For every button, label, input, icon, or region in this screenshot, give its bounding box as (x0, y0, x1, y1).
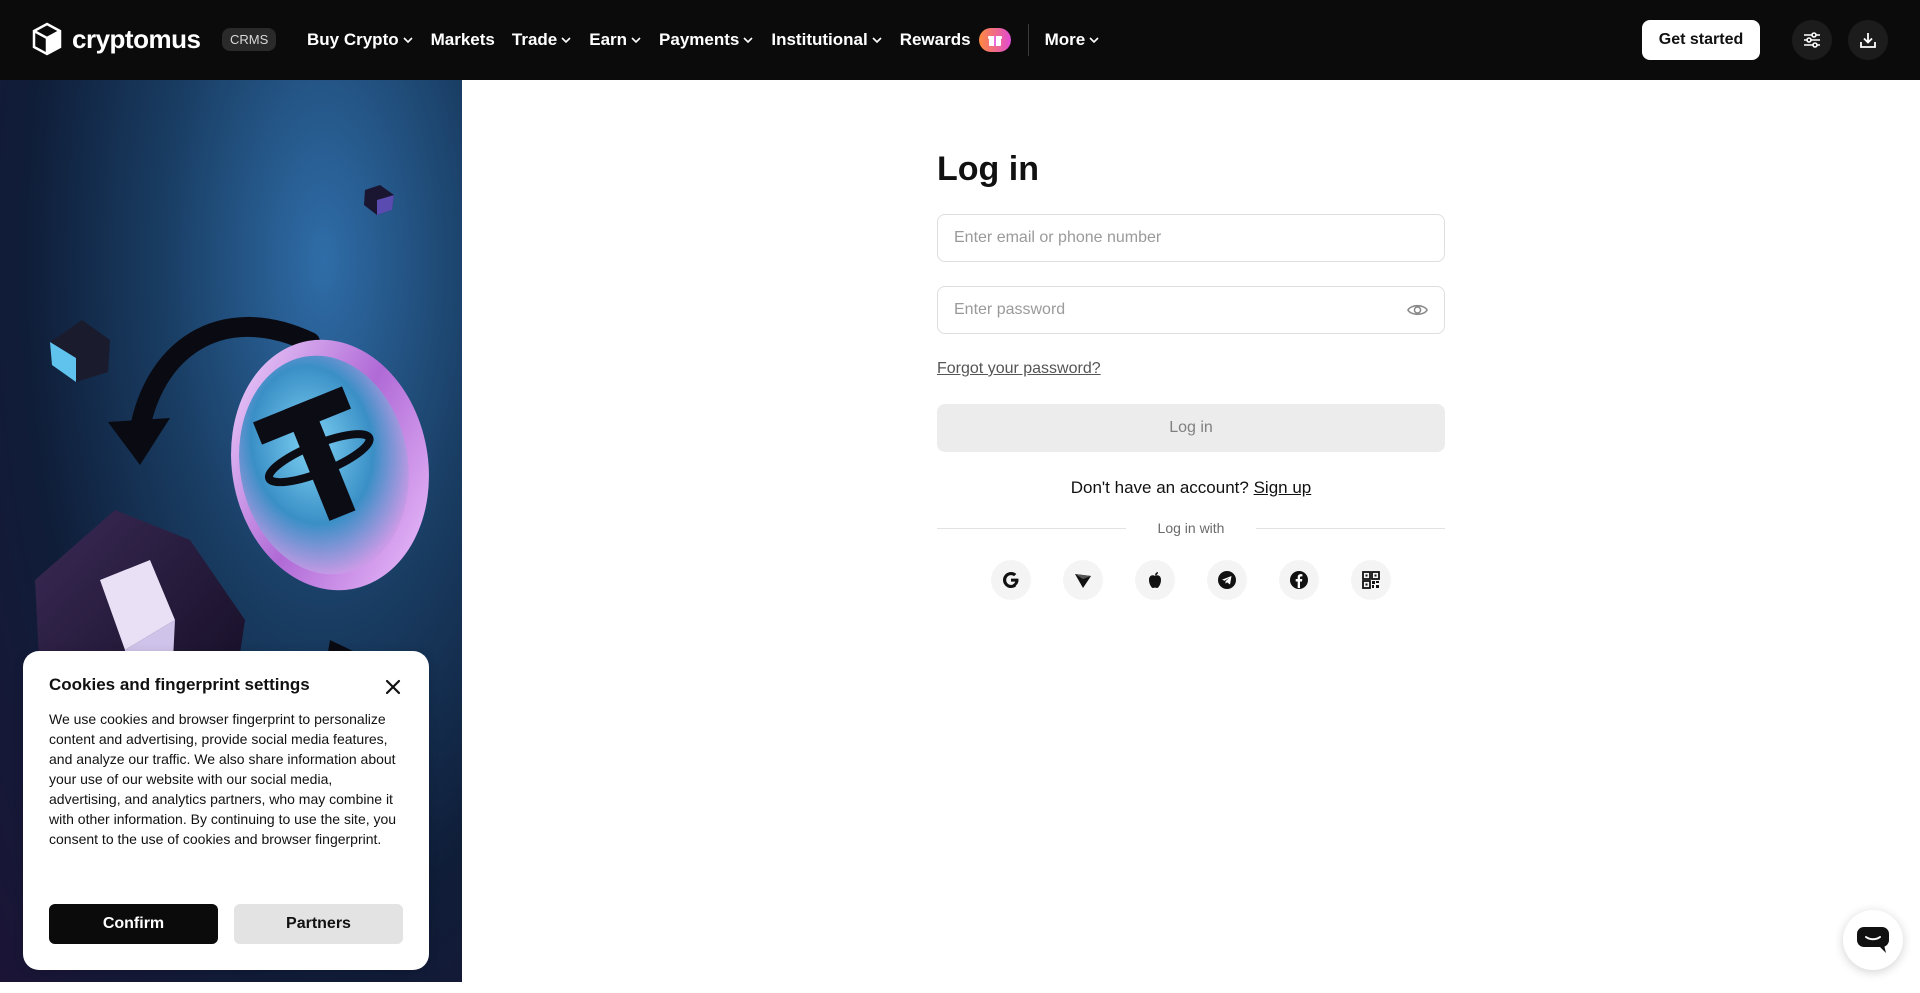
close-icon[interactable] (383, 677, 403, 697)
nav-label: Markets (430, 30, 495, 49)
facebook-login-button[interactable] (1279, 560, 1319, 600)
qr-login-button[interactable] (1351, 560, 1391, 600)
chevron-down-icon (631, 37, 641, 44)
crms-badge[interactable]: CRMS (222, 28, 277, 51)
qr-code-icon (1362, 571, 1380, 589)
login-with-divider: Log in with (937, 520, 1445, 536)
divider-line (1256, 527, 1445, 529)
chat-icon (1857, 927, 1889, 953)
nav-buy-crypto[interactable]: Buy Crypto (307, 30, 414, 50)
nav-institutional[interactable]: Institutional (771, 30, 882, 50)
tron-icon (1075, 574, 1091, 588)
main-nav: Buy Crypto Markets Trade Earn Payments I… (307, 0, 1117, 80)
signup-row: Don't have an account? Sign up (937, 478, 1445, 498)
divider-line (937, 527, 1126, 529)
forgot-password-link[interactable]: Forgot your password? (937, 360, 1101, 378)
chevron-down-icon (743, 37, 753, 44)
chevron-down-icon (561, 37, 571, 44)
chat-widget-button[interactable] (1843, 910, 1903, 970)
nav-payments[interactable]: Payments (659, 30, 754, 50)
apple-icon (1149, 572, 1161, 588)
nav-label: Trade (511, 30, 558, 49)
telegram-icon (1218, 571, 1236, 589)
nav-label: Payments (659, 30, 740, 49)
password-field-container[interactable] (937, 286, 1445, 334)
cookie-title: Cookies and fingerprint settings (49, 675, 310, 694)
settings-sliders-icon (1804, 32, 1820, 48)
nav-divider (1027, 24, 1029, 56)
logo-text: cryptomus (72, 23, 201, 54)
confirm-button[interactable]: Confirm (49, 904, 218, 944)
chevron-down-icon (872, 37, 882, 44)
top-navigation-bar: cryptomus CRMS Buy Crypto Markets Trade … (0, 0, 1920, 80)
login-form: Log in Forgot your password? Log in Don'… (937, 150, 1445, 600)
partners-button[interactable]: Partners (234, 904, 403, 944)
download-icon (1860, 33, 1876, 48)
apple-login-button[interactable] (1135, 560, 1175, 600)
logo[interactable]: cryptomus (32, 22, 201, 56)
nav-label: Earn (589, 30, 628, 49)
facebook-icon (1290, 571, 1308, 589)
telegram-login-button[interactable] (1207, 560, 1247, 600)
nav-markets[interactable]: Markets (431, 30, 495, 50)
tron-login-button[interactable] (1063, 560, 1103, 600)
nav-label: Institutional (771, 30, 868, 49)
gift-icon (978, 28, 1011, 52)
nav-rewards[interactable]: Rewards (900, 28, 1011, 52)
nav-more[interactable]: More (1045, 30, 1101, 50)
chevron-down-icon (403, 37, 413, 44)
google-icon (1003, 572, 1019, 588)
nav-trade[interactable]: Trade (512, 30, 572, 50)
page-title: Log in (937, 150, 1039, 188)
password-input[interactable] (954, 301, 1407, 319)
sign-up-link[interactable]: Sign up (1254, 478, 1312, 497)
eye-icon[interactable] (1407, 299, 1428, 321)
nav-label: More (1044, 30, 1086, 49)
download-button[interactable] (1848, 20, 1888, 60)
login-submit-button[interactable]: Log in (937, 404, 1445, 452)
google-login-button[interactable] (991, 560, 1031, 600)
get-started-button[interactable]: Get started (1642, 20, 1760, 60)
cube-logo-icon (32, 22, 62, 56)
email-field-container[interactable] (937, 214, 1445, 262)
nav-label: Rewards (899, 30, 971, 49)
nav-label: Buy Crypto (307, 30, 399, 49)
no-account-text: Don't have an account? (1070, 478, 1249, 497)
settings-button[interactable] (1792, 20, 1832, 60)
cookie-buttons: Confirm Partners (49, 904, 403, 944)
social-login-buttons (937, 560, 1445, 600)
cookie-consent-dialog: Cookies and fingerprint settings We use … (23, 651, 429, 970)
login-with-label: Log in with (1157, 520, 1225, 536)
nav-earn[interactable]: Earn (589, 30, 642, 50)
chevron-down-icon (1089, 37, 1099, 44)
cookie-text: We use cookies and browser fingerprint t… (49, 711, 397, 847)
email-input[interactable] (954, 229, 1428, 247)
